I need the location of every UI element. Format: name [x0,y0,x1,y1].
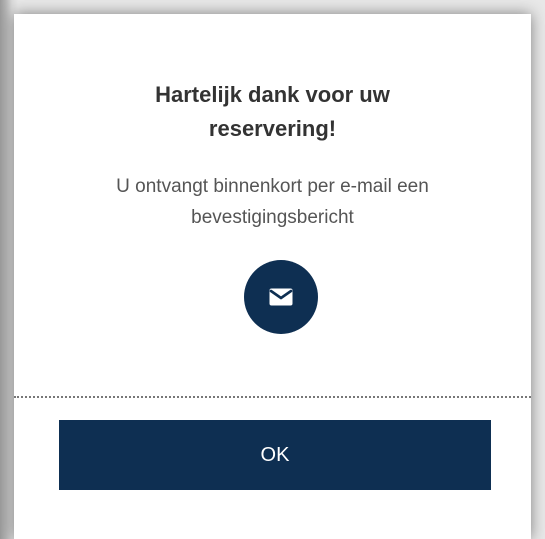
ok-button[interactable]: OK [59,420,491,490]
dialog-message-line-2: bevestigingsbericht [191,207,354,228]
envelope-icon-badge [244,260,318,334]
dialog-message-line-1: U ontvangt binnenkort per e-mail een [116,176,429,197]
dialog-divider [14,396,531,398]
envelope-icon [269,288,293,306]
confirmation-dialog: Hartelijk dank voor uw reservering! U on… [14,14,531,539]
dialog-title-line-2: reservering! [208,116,337,141]
dialog-title: Hartelijk dank voor uw reservering! [14,78,531,146]
dialog-message: U ontvangt binnenkort per e-mail een bev… [54,171,491,233]
dialog-title-line-1: Hartelijk dank voor uw [155,82,390,107]
